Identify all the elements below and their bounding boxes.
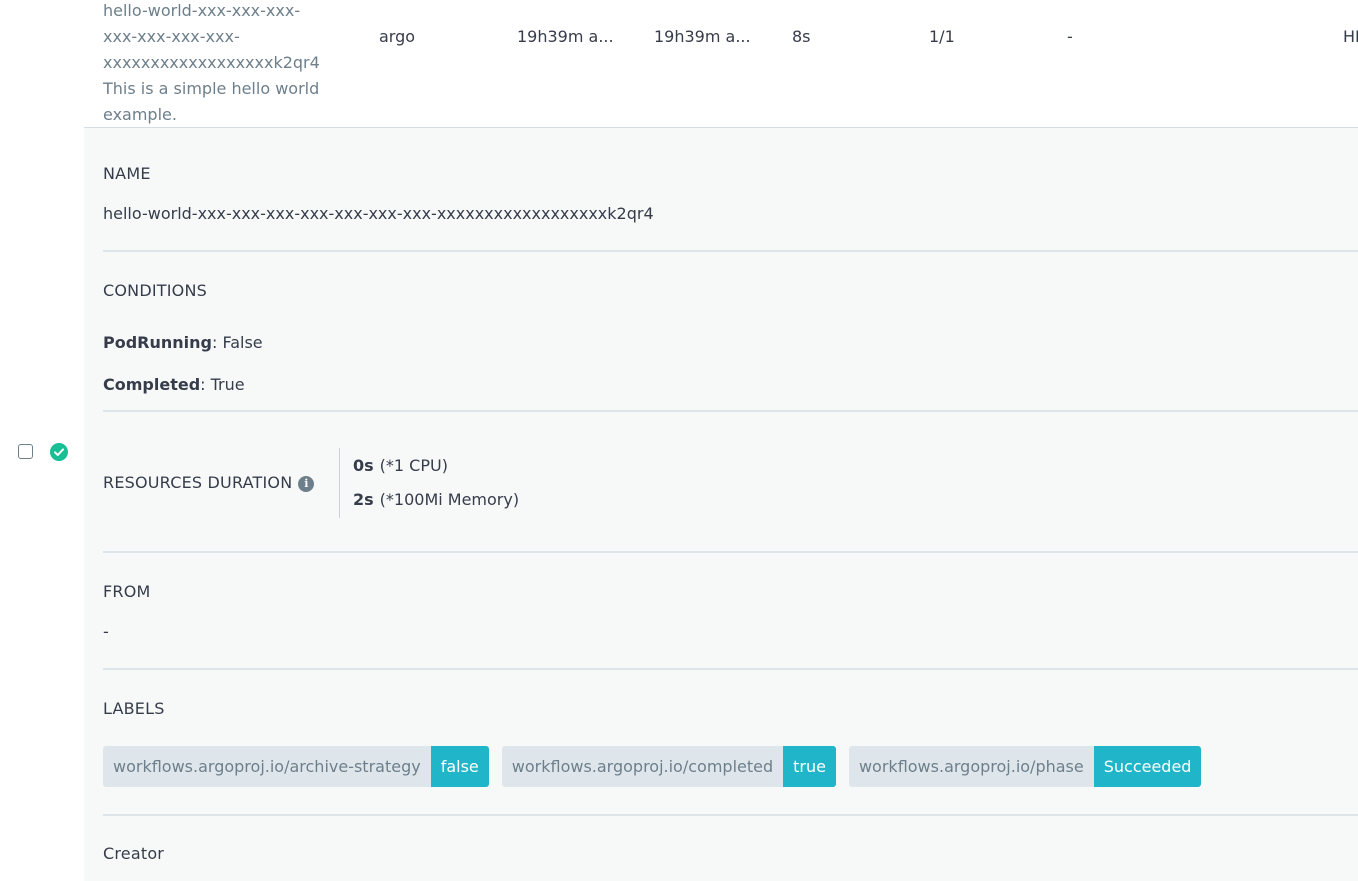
finished-cell: 19h39m a... bbox=[654, 27, 751, 46]
workflow-list-page: hello-world-xxx-xxx-xxx- xxx-xxx-xxx-xxx… bbox=[0, 0, 1358, 881]
progress-cell: 1/1 bbox=[929, 27, 955, 46]
resources-title-text: RESOURCES DURATION bbox=[103, 473, 293, 492]
label-value: Succeeded bbox=[1093, 746, 1202, 787]
label-value: false bbox=[430, 746, 489, 787]
check-circle-icon bbox=[50, 443, 68, 461]
workflow-name-line: hello-world-xxx-xxx-xxx- bbox=[103, 1, 301, 20]
resource-amount: 0s bbox=[353, 456, 374, 475]
condition-item: PodRunning: False bbox=[103, 333, 263, 352]
label-value: true bbox=[783, 746, 836, 787]
resource-duration-item: 0s (*1 CPU) bbox=[353, 456, 448, 475]
labels-list: workflows.argoproj.io/archive-strategy fa… bbox=[103, 746, 1202, 787]
label-key: workflows.argoproj.io/phase bbox=[848, 746, 1094, 787]
condition-item: Completed: True bbox=[103, 375, 245, 394]
row-select-checkbox[interactable] bbox=[18, 444, 33, 459]
workflow-row[interactable]: hello-world-xxx-xxx-xxx- xxx-xxx-xxx-xxx… bbox=[84, 0, 1358, 128]
label-tag[interactable]: workflows.argoproj.io/phase Succeeded bbox=[848, 746, 1202, 787]
workflow-details-panel: NAME hello-world-xxx-xxx-xxx-xxx-xxx-xxx… bbox=[84, 128, 1358, 881]
name-section-value: hello-world-xxx-xxx-xxx-xxx-xxx-xxx-xxx-… bbox=[103, 204, 654, 223]
label-key: workflows.argoproj.io/completed bbox=[501, 746, 784, 787]
from-section-title: FROM bbox=[103, 582, 151, 601]
section-divider bbox=[103, 410, 1358, 412]
condition-value: : True bbox=[200, 375, 245, 394]
from-section-value: - bbox=[103, 622, 109, 641]
namespace-cell: argo bbox=[379, 27, 416, 46]
started-cell: 19h39m a... bbox=[517, 27, 614, 46]
workflow-name-line: xxx-xxx-xxx-xxx- bbox=[103, 27, 240, 46]
section-divider bbox=[103, 668, 1358, 670]
label-key: workflows.argoproj.io/archive-strategy bbox=[103, 746, 431, 787]
resource-unit: (*1 CPU) bbox=[379, 456, 448, 475]
workflow-description-line: example. bbox=[103, 105, 177, 124]
section-divider bbox=[103, 814, 1358, 816]
section-divider bbox=[103, 250, 1358, 252]
creator-section-title: Creator bbox=[103, 844, 165, 863]
resource-unit: (*100Mi Memory) bbox=[379, 490, 520, 509]
condition-key: PodRunning bbox=[103, 333, 212, 352]
label-tag[interactable]: workflows.argoproj.io/archive-strategy fa… bbox=[103, 746, 489, 787]
resources-separator bbox=[339, 448, 340, 518]
resource-duration-item: 2s (*100Mi Memory) bbox=[353, 490, 519, 509]
workflow-description-line: This is a simple hello world bbox=[103, 79, 320, 98]
resource-amount: 2s bbox=[353, 490, 374, 509]
section-divider bbox=[103, 551, 1358, 553]
info-icon[interactable]: i bbox=[298, 476, 315, 492]
condition-key: Completed bbox=[103, 375, 201, 394]
resources-section-title: RESOURCES DURATION i bbox=[103, 473, 315, 492]
extra-cell: HI bbox=[1343, 27, 1358, 46]
label-tag[interactable]: workflows.argoproj.io/completed true bbox=[501, 746, 836, 787]
workflow-name-cell[interactable]: hello-world-xxx-xxx-xxx- xxx-xxx-xxx-xxx… bbox=[103, 0, 333, 128]
workflow-name-line: xxxxxxxxxxxxxxxxxxk2qr4 bbox=[103, 53, 320, 72]
conditions-section-title: CONDITIONS bbox=[103, 281, 207, 300]
message-cell: - bbox=[1067, 27, 1073, 46]
labels-section-title: LABELS bbox=[103, 699, 165, 718]
name-section-title: NAME bbox=[103, 164, 151, 183]
condition-value: : False bbox=[212, 333, 263, 352]
duration-cell: 8s bbox=[792, 27, 811, 46]
